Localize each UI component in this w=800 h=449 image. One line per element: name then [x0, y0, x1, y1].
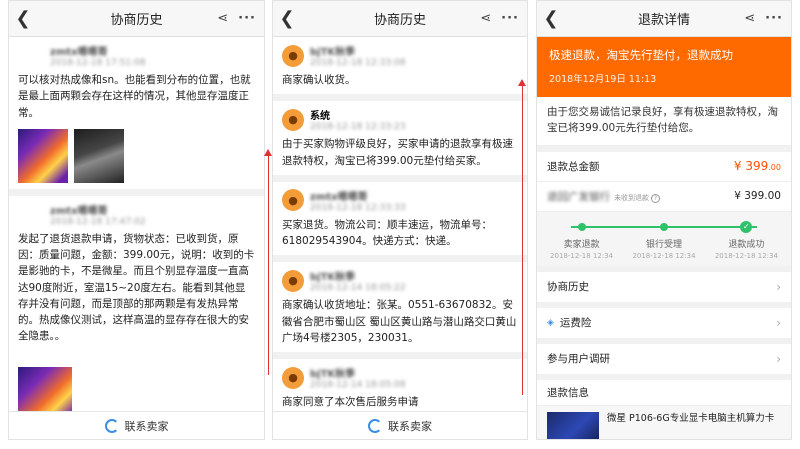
- negotiation-history-panel-2: ❮ 协商历史 ⋖ ··· ● bjTK秋季 2018-12-18 12:33:0…: [272, 0, 528, 440]
- annotation-arrow: [264, 149, 272, 375]
- negotiation-history-link[interactable]: 协商历史 ›: [537, 271, 791, 302]
- contact-seller-label: 联系卖家: [388, 419, 432, 433]
- annotation-arrow: [518, 79, 526, 395]
- entry-message: 买家退货。物流公司：顺丰速运，物流单号：618029543904。快递方式：快递…: [282, 218, 492, 248]
- sender-name: zmtx嗯嗯哥: [310, 191, 368, 203]
- system-avatar-icon: ●: [282, 108, 304, 131]
- refund-total-value: ¥ 399.00: [733, 159, 781, 173]
- sender-name: 系统: [310, 111, 330, 123]
- refund-destination-label: 退回广发银行 未收到退款?: [547, 189, 660, 204]
- sender-name: bjTK秋季: [310, 47, 356, 58]
- chevron-right-icon: ›: [776, 279, 781, 294]
- shipping-insurance-label: 运费险: [559, 317, 592, 329]
- entry-time: 2018-12-14 18:05:08: [310, 380, 406, 391]
- refund-description: 由于您交易诚信记录良好，享有极速退款特权，淘宝已将399.00元先行垫付给您。: [537, 97, 791, 146]
- step-refund-success: ✓ 退款成功 2018-12-18 12:34: [714, 220, 778, 260]
- step-seller-refund: 卖家退款 2018-12-18 12:34: [541, 220, 622, 260]
- gpu-photo-thumbnail[interactable]: [74, 128, 124, 183]
- back-arrow-icon[interactable]: ❮: [9, 8, 37, 29]
- refund-progress-timeline: 卖家退款 2018-12-18 12:34 银行受理 2018-12-18 12…: [537, 211, 791, 266]
- history-entry: ● bjTK秋季 2018-12-18 12:33:08 商家确认收货。: [273, 37, 527, 95]
- sender-name: zmtx嗯嗯哥: [50, 205, 108, 217]
- refund-destination-row: 退回广发银行 未收到退款? ¥ 399.00: [537, 181, 791, 212]
- entry-time: 2018-12-18 12:33:33: [310, 202, 406, 213]
- product-item[interactable]: 微星 P106-6G专业显卡电脑主机算力卡: [537, 405, 791, 439]
- history-entry: zmtx嗯嗯哥 2018-12-18 17:47:02 发起了退货退款申请，货物…: [9, 195, 264, 431]
- shop-avatar-icon: ●: [282, 366, 304, 389]
- shop-avatar-icon: ●: [282, 269, 304, 292]
- screenshot-composite: ❮ 协商历史 ⋖ ··· zmtx嗯嗯哥 2018-12-18 17:51:08…: [0, 0, 800, 449]
- history-entry: zmtx嗯嗯哥 2018-12-18 17:51:08 可以核对热成像和sn。也…: [9, 37, 264, 189]
- user-survey-label: 参与用户调研: [547, 353, 610, 365]
- step-dot-icon: [577, 222, 586, 231]
- sender-name: bjTK秋季: [310, 369, 356, 381]
- shield-icon: ◈: [547, 317, 554, 328]
- entry-message: 可以核对热成像和sn。也能看到分布的位置，也就是最上面两颗会存在这样的情况，其他…: [18, 74, 251, 119]
- thermal-image-thumbnail[interactable]: [18, 128, 68, 183]
- entry-time: 2018-12-18 17:51:08: [50, 58, 146, 68]
- refund-status-text: 极速退款，淘宝先行垫付，退款成功: [549, 48, 733, 62]
- contact-icon: [368, 418, 382, 433]
- entry-message: 发起了退货退款申请，货物状态：已收到货，原因：质量问题，金额：399.00元，说…: [18, 232, 255, 343]
- user-survey-link[interactable]: 参与用户调研 ›: [537, 343, 791, 374]
- refund-status-banner: 极速退款，淘宝先行垫付，退款成功 2018年12月19日 11:13: [537, 37, 791, 97]
- history-entry: ● bjTK秋季 2018-12-14 18:05:22 商家确认收货地址：张某…: [273, 262, 527, 353]
- step-bank-accepted: 银行受理 2018-12-18 12:34: [623, 220, 704, 260]
- buyer-avatar-icon: ●: [282, 189, 304, 212]
- nav-bar: ❮ 协商历史 ⋖ ···: [9, 1, 264, 37]
- entry-message: 商家确认收货。: [282, 74, 356, 86]
- history-entry: ● zmtx嗯嗯哥 2018-12-18 12:33:33 买家退货。物流公司：…: [273, 181, 527, 256]
- shop-avatar-icon: ●: [282, 44, 304, 67]
- help-icon: ?: [651, 193, 660, 203]
- shipping-insurance-link[interactable]: ◈ 运费险 ›: [537, 307, 791, 338]
- nav-bar: ❮ 退款详情 ⋖ ···: [537, 1, 791, 37]
- step-dot-icon: [659, 222, 668, 231]
- refund-info-header: 退款信息: [537, 379, 791, 406]
- chevron-right-icon: ›: [776, 351, 781, 366]
- contact-seller-label: 联系卖家: [124, 419, 169, 433]
- entry-message: 商家确认收货地址：张某。0551-63670832。安徽省合肥市蜀山区 蜀山区黄…: [282, 299, 517, 344]
- check-icon: ✓: [740, 220, 753, 233]
- history-entry: ● bjTK秋季 2018-12-14 18:05:08 商家同意了本次售后服务…: [273, 359, 527, 417]
- product-name: 微星 P106-6G专业显卡电脑主机算力卡: [607, 412, 775, 424]
- chevron-right-icon: ›: [776, 315, 781, 330]
- contact-icon: [104, 418, 119, 433]
- entry-time: 2018-12-18 12:33:23: [310, 122, 406, 133]
- contact-seller-button[interactable]: 联系卖家: [9, 411, 264, 439]
- sender-name: zmtx嗯嗯哥: [50, 47, 108, 58]
- back-arrow-icon[interactable]: ❮: [537, 8, 565, 29]
- more-icon[interactable]: ···: [501, 11, 519, 26]
- share-icon[interactable]: ⋖: [217, 11, 228, 26]
- refund-total-row: 退款总金额 ¥ 399.00: [537, 151, 791, 182]
- entry-message: 商家同意了本次售后服务申请: [282, 396, 419, 409]
- more-icon[interactable]: ···: [238, 11, 256, 26]
- refund-destination-value: ¥ 399.00: [734, 190, 781, 202]
- product-thumbnail: [547, 411, 599, 439]
- entry-time: 2018-12-18 17:47:02: [50, 216, 146, 227]
- contact-seller-button[interactable]: 联系卖家: [273, 411, 527, 439]
- entry-time: 2018-12-18 12:33:08: [310, 58, 406, 68]
- share-icon[interactable]: ⋖: [480, 11, 491, 26]
- negotiation-history-label: 协商历史: [547, 281, 589, 293]
- refund-status-time: 2018年12月19日 11:13: [549, 74, 657, 85]
- history-entry: ● 系统 2018-12-18 12:33:23 由于买家购物评级良好，买家申请…: [273, 101, 527, 175]
- negotiation-history-panel-1: ❮ 协商历史 ⋖ ··· zmtx嗯嗯哥 2018-12-18 17:51:08…: [8, 0, 265, 440]
- more-icon[interactable]: ···: [765, 11, 783, 26]
- refund-details-panel: ❮ 退款详情 ⋖ ··· 极速退款，淘宝先行垫付，退款成功 2018年12月19…: [536, 0, 792, 440]
- nav-bar: ❮ 协商历史 ⋖ ···: [273, 1, 527, 37]
- sender-name: bjTK秋季: [310, 272, 356, 284]
- entry-message: 由于买家购物评级良好，买家申请的退款享有极速退款特权，淘宝已将399.00元垫付…: [282, 138, 513, 167]
- refund-total-label: 退款总金额: [547, 160, 600, 173]
- entry-time: 2018-12-14 18:05:22: [310, 283, 406, 294]
- back-arrow-icon[interactable]: ❮: [273, 8, 301, 29]
- share-icon[interactable]: ⋖: [744, 11, 755, 26]
